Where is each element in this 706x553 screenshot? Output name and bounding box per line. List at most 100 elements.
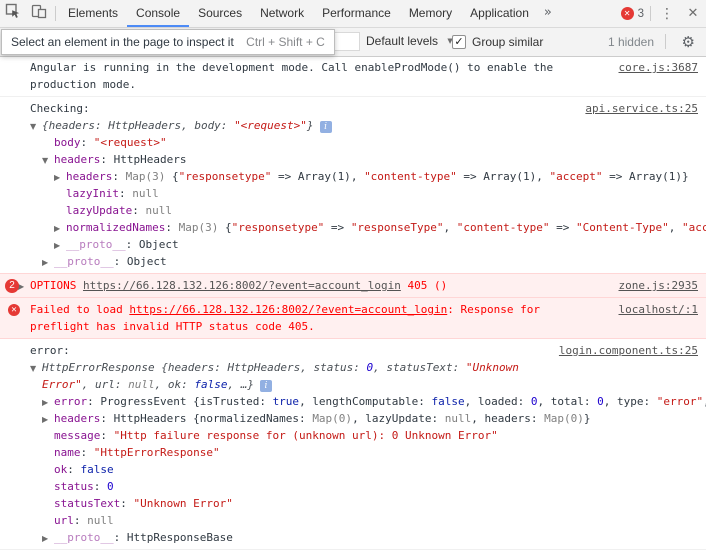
- more-tabs-button[interactable]: »: [538, 0, 558, 27]
- console-text: "HttpErrorResponse": [93, 446, 220, 459]
- console-line: ▶ normalizedNames: Map(3) {"responsetype"…: [0, 219, 706, 236]
- console-line: Error", url: null, ok: false, …} i: [0, 376, 706, 393]
- expand-triangle-icon[interactable]: ▶: [18, 278, 30, 294]
- console-line: name: "HttpErrorResponse": [0, 444, 706, 461]
- console-log-message: login.component.ts:25 error: ▼ HttpErrorRes…: [0, 339, 706, 550]
- source-link[interactable]: api.service.ts:25: [585, 100, 706, 117]
- source-link[interactable]: core.js:3687: [619, 59, 706, 76]
- source-link[interactable]: login.component.ts:25: [559, 342, 706, 359]
- console-text: {headers: HttpHeaders, body:: [42, 119, 235, 132]
- error-count-indicator[interactable]: ✕ 3: [620, 7, 644, 20]
- expand-triangle-icon[interactable]: ▶: [54, 169, 66, 185]
- collapse-triangle-icon[interactable]: ▼: [30, 360, 42, 376]
- divider: [55, 6, 56, 21]
- tab-elements[interactable]: Elements: [59, 0, 127, 27]
- inspect-element-button[interactable]: [0, 2, 26, 26]
- console-text: error: [54, 395, 88, 408]
- request-url-link[interactable]: https://66.128.132.126:8002/?event=accou…: [129, 303, 447, 316]
- console-text: headers: [54, 412, 101, 425]
- console-line: zone.js:2935 ▶ OPTIONS https://66.128.132.…: [0, 277, 706, 294]
- device-toolbar-button[interactable]: [26, 2, 52, 26]
- console-text: , ok:: [154, 378, 195, 391]
- more-options-kebab-button[interactable]: ⋮: [654, 2, 680, 26]
- console-text: :: [120, 497, 134, 510]
- source-link[interactable]: zone.js:2935: [619, 277, 706, 294]
- log-levels-dropdown[interactable]: Default levels ▼: [366, 34, 453, 48]
- console-text: =>: [602, 170, 629, 183]
- console-text: :: [93, 480, 107, 493]
- console-text: Checking:: [30, 102, 90, 115]
- console-text: :: [100, 153, 114, 166]
- console-text: null: [87, 514, 114, 527]
- console-text: 405 (): [400, 279, 448, 292]
- inspect-cursor-icon: [5, 3, 21, 24]
- tab-console[interactable]: Console: [127, 0, 190, 27]
- expand-triangle-icon[interactable]: ▶: [54, 220, 66, 236]
- console-text: ok: [54, 463, 68, 476]
- expand-triangle-icon[interactable]: ▶: [54, 237, 66, 253]
- console-text: :: [87, 395, 101, 408]
- console-text: Array(1): [629, 170, 682, 183]
- console-text: , loaded:: [464, 395, 531, 408]
- expand-triangle-icon[interactable]: ▶: [42, 254, 54, 270]
- console-text: =>: [549, 221, 576, 234]
- console-text: "error": [656, 395, 704, 408]
- collapse-triangle-icon[interactable]: ▼: [42, 152, 54, 168]
- tooltip-text: Select an element in the page to inspect…: [11, 35, 234, 49]
- console-text: 0: [107, 480, 114, 493]
- console-text: preflight has invalid HTTP status code 4…: [30, 320, 315, 333]
- tab-sources[interactable]: Sources: [189, 0, 251, 27]
- console-text: ,: [350, 170, 365, 183]
- console-text: :: [125, 238, 139, 251]
- close-devtools-button[interactable]: ✕: [680, 2, 706, 26]
- source-link[interactable]: localhost/:1: [619, 301, 706, 318]
- console-text: =>: [271, 170, 298, 183]
- console-text: {: [218, 221, 232, 234]
- console-text: Array(1): [297, 170, 351, 183]
- tab-memory[interactable]: Memory: [400, 0, 461, 27]
- console-text: status: [54, 480, 94, 493]
- console-line: preflight has invalid HTTP status code 4…: [0, 318, 706, 335]
- console-text: HttpHeaders: [113, 153, 187, 166]
- console-text: "Unknown: [465, 361, 519, 374]
- settings-gear-button[interactable]: ⚙: [682, 33, 695, 51]
- console-text: "responsetype": [178, 170, 272, 183]
- info-icon: i: [259, 380, 272, 392]
- console-text: "responseType": [350, 221, 444, 234]
- console-line: api.service.ts:25 Checking:: [0, 100, 706, 117]
- console-text: :: [165, 221, 179, 234]
- console-text: }: [583, 412, 591, 425]
- console-text: Object: [126, 255, 167, 268]
- console-text: ,: [536, 170, 550, 183]
- console-pane: core.js:3687 Angular is running in the de…: [0, 56, 706, 553]
- console-text: "content-type": [364, 170, 457, 183]
- console-text: statusText: [54, 497, 121, 510]
- console-line: ▶ __proto__: HttpResponseBase: [0, 529, 706, 546]
- console-text: :: [100, 429, 114, 442]
- hidden-messages-count: 1 hidden: [607, 35, 654, 49]
- tab-network[interactable]: Network: [251, 0, 313, 27]
- console-text: null: [128, 378, 155, 391]
- divider: [650, 6, 651, 21]
- console-text: "content-type": [456, 221, 550, 234]
- tab-application[interactable]: Application: [461, 0, 538, 27]
- tab-performance[interactable]: Performance: [313, 0, 400, 27]
- console-text: headers: [66, 170, 113, 183]
- console-text: :: [67, 463, 81, 476]
- collapse-triangle-icon[interactable]: ▼: [30, 118, 42, 134]
- console-line: core.js:3687 Angular is running in the de…: [0, 59, 706, 76]
- console-text: lazyUpdate: [66, 204, 133, 217]
- console-text: "<request>": [234, 119, 307, 132]
- console-text: Angular is running in the development mo…: [30, 61, 554, 74]
- console-text: :: [113, 255, 127, 268]
- console-text: error:: [30, 344, 70, 357]
- console-line: production mode.: [0, 76, 706, 93]
- expand-triangle-icon[interactable]: ▶: [42, 394, 54, 410]
- expand-triangle-icon[interactable]: ▶: [42, 411, 54, 427]
- group-similar-checkbox[interactable]: ✓: [452, 35, 466, 49]
- expand-triangle-icon[interactable]: ▶: [42, 530, 54, 546]
- tabs: Elements Console Sources Network Performance…: [59, 0, 538, 27]
- request-url-link[interactable]: https://66.128.132.126:8002/?event=accou…: [83, 279, 401, 292]
- console-text: Map(3): [178, 221, 219, 234]
- console-text: Map(0): [312, 412, 353, 425]
